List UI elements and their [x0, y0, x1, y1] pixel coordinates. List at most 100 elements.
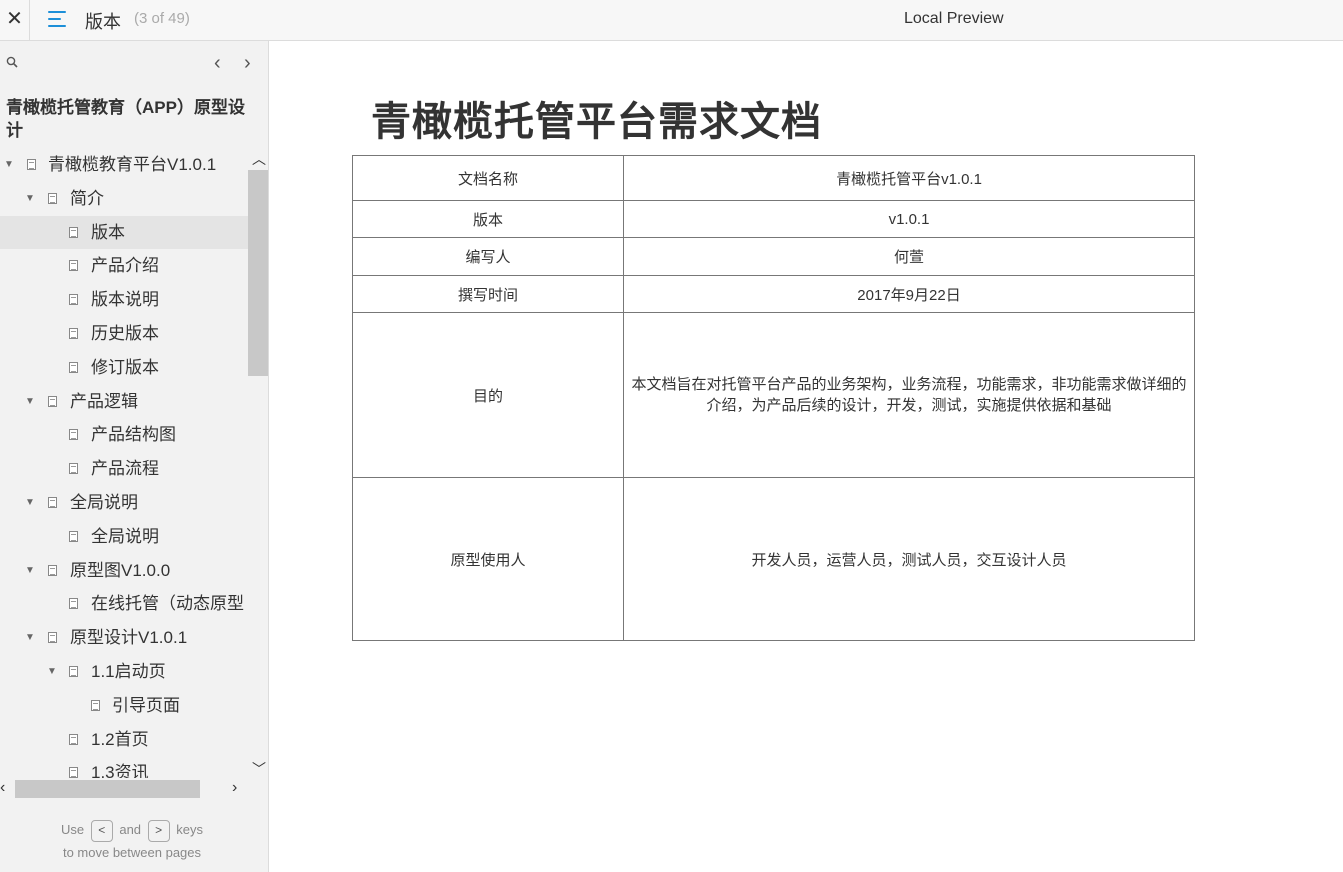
table-value-cell: 何萱: [623, 237, 1195, 276]
hint-keys-text: keys: [176, 822, 204, 837]
scroll-down-icon[interactable]: ﹀: [252, 762, 266, 776]
sidebar-tree-item[interactable]: 版本说明: [0, 283, 248, 317]
top-bar: ✕ 版本 (3 of 49) Local Preview: [0, 0, 1343, 41]
page-icon: [27, 159, 36, 170]
page-count: (3 of 49): [134, 10, 190, 27]
tree-item-label: 历史版本: [91, 323, 159, 343]
table-value-cell: 开发人员，运营人员，测试人员，交互设计人员: [623, 477, 1195, 641]
next-page-icon[interactable]: ›: [244, 53, 251, 73]
page-icon: [48, 496, 57, 508]
expand-arrow-icon[interactable]: ▼: [25, 486, 35, 520]
expand-arrow-icon[interactable]: ▼: [25, 385, 35, 419]
keyboard-hint: Use < and > keys to move between pages: [0, 817, 264, 860]
scroll-right-icon[interactable]: ›: [232, 779, 237, 797]
menu-icon[interactable]: [48, 10, 68, 28]
table-value-cell: v1.0.1: [623, 200, 1195, 238]
sidebar-tree-item[interactable]: 产品介绍: [0, 249, 248, 283]
table-key-cell: 文档名称: [352, 155, 624, 201]
tree-item-label: 全局说明: [91, 526, 159, 546]
page-icon: [48, 192, 57, 204]
tree-item-label: 简介: [70, 188, 104, 208]
page-tree: ▼ 青橄榄教育平台V1.0.1 ▼ 简介版本产品介绍版本说明历史版本修订版本 ▼ 产品逻辑…: [0, 148, 248, 778]
expand-arrow-icon[interactable]: ▼: [25, 621, 35, 655]
table-row: 撰写时间 2017年9月22日: [352, 275, 1195, 313]
tree-item-label: 全局说明: [70, 492, 138, 512]
tree-item-label: 版本: [91, 222, 125, 242]
table-row: 版本 v1.0.1: [352, 200, 1195, 238]
tree-item-label: 产品介绍: [91, 256, 159, 276]
sidebar-tree-item[interactable]: 历史版本: [0, 317, 248, 351]
vertical-scrollbar[interactable]: ︿ ﹀: [248, 148, 268, 778]
table-key-cell: 版本: [352, 200, 624, 238]
sidebar-tree-item[interactable]: 1.2首页: [0, 723, 248, 757]
tree-item-label: 1.3资讯: [91, 763, 149, 778]
scroll-up-icon[interactable]: ︿: [252, 152, 266, 166]
page-icon: [69, 429, 78, 441]
expand-arrow-icon[interactable]: ▼: [25, 182, 35, 216]
sidebar-tree-item[interactable]: 产品流程: [0, 452, 248, 486]
sidebar-tree-item[interactable]: 版本: [0, 215, 248, 250]
document-info-table: 文档名称 青橄榄托管平台v1.0.1 版本 v1.0.1 编写人 何萱 撰写时间…: [352, 155, 1195, 641]
sidebar-tree-item[interactable]: 修订版本: [0, 351, 248, 385]
page-icon: [69, 327, 78, 339]
sidebar-tree-item[interactable]: ▼ 1.1启动页: [0, 655, 248, 689]
page-icon: [69, 260, 78, 272]
sidebar-tree-item[interactable]: ▼ 青橄榄教育平台V1.0.1: [0, 148, 248, 182]
table-key-cell: 目的: [352, 312, 624, 478]
sidebar-tree-item[interactable]: ▼ 原型设计V1.0.1: [0, 621, 248, 655]
app-title: Local Preview: [904, 10, 1004, 27]
sidebar-tree-item[interactable]: 1.3资讯: [0, 756, 248, 778]
page-icon: [69, 226, 78, 238]
sidebar-tree-item[interactable]: 引导页面: [0, 689, 248, 723]
tree-item-label: 1.2首页: [91, 729, 149, 749]
table-value-cell: 2017年9月22日: [623, 275, 1195, 313]
page-icon: [48, 395, 57, 407]
page-icon: [69, 665, 78, 677]
page-icon: [69, 463, 78, 475]
next-key-icon: >: [147, 819, 170, 842]
tree-item-label: 在线托管（动态原型: [91, 594, 244, 614]
close-icon[interactable]: ✕: [0, 0, 30, 41]
search-icon[interactable]: [6, 56, 18, 68]
page-icon: [48, 564, 57, 576]
sidebar-tree-item[interactable]: ▼ 产品逻辑: [0, 385, 248, 419]
page-icon: [48, 632, 57, 644]
tree-item-label: 产品流程: [91, 459, 159, 479]
page-icon: [69, 530, 78, 542]
page-icon: [69, 733, 78, 745]
expand-arrow-icon[interactable]: ▼: [25, 554, 35, 588]
tree-item-label: 产品结构图: [91, 425, 176, 445]
hint-line2: to move between pages: [62, 845, 202, 860]
sidebar-tree-item[interactable]: 产品结构图: [0, 418, 248, 452]
page-icon: [91, 699, 100, 711]
tree-item-label: 产品逻辑: [70, 391, 138, 411]
vertical-scroll-thumb[interactable]: [248, 170, 268, 376]
prev-key-icon: <: [90, 819, 113, 842]
page-icon: [69, 767, 78, 778]
tree-item-label: 原型设计V1.0.1: [70, 628, 188, 648]
sidebar-tree-item[interactable]: 全局说明: [0, 520, 248, 554]
current-page-name: 版本: [85, 12, 121, 32]
sidebar: ‹ › 青橄榄托管教育（APP）原型设计 ▼ 青橄榄教育平台V1.0.1 ▼ 简介版本…: [0, 41, 269, 872]
document-title: 青橄榄托管平台需求文档: [371, 99, 822, 145]
horizontal-scrollbar[interactable]: ‹ ›: [0, 778, 248, 800]
expand-arrow-icon[interactable]: ▼: [47, 655, 57, 689]
table-value-cell: 本文档旨在对托管平台产品的业务架构，业务流程，功能需求，非功能需求做详细的介绍，…: [623, 312, 1195, 478]
table-value-cell: 青橄榄托管平台v1.0.1: [623, 155, 1195, 201]
hint-use-text: Use: [60, 822, 85, 837]
expand-arrow-icon[interactable]: ▼: [4, 148, 14, 182]
table-row: 文档名称 青橄榄托管平台v1.0.1: [352, 155, 1195, 201]
tree-item-label: 青橄榄教育平台V1.0.1: [48, 155, 217, 174]
sidebar-tree-item[interactable]: ▼ 原型图V1.0.0: [0, 554, 248, 588]
horizontal-scroll-thumb[interactable]: [15, 780, 200, 798]
project-title: 青橄榄托管教育（APP）原型设计: [6, 98, 245, 140]
tree-item-label: 修订版本: [91, 357, 159, 377]
sidebar-tree-item[interactable]: 在线托管（动态原型: [0, 587, 248, 621]
sidebar-tree-item[interactable]: ▼ 全局说明: [0, 486, 248, 520]
scroll-left-icon[interactable]: ‹: [0, 779, 5, 797]
sidebar-tree-item[interactable]: ▼ 简介: [0, 182, 248, 216]
page-icon: [69, 294, 78, 306]
hint-and-text: and: [119, 822, 142, 837]
table-key-cell: 编写人: [352, 237, 624, 276]
previous-page-icon[interactable]: ‹: [214, 53, 221, 73]
